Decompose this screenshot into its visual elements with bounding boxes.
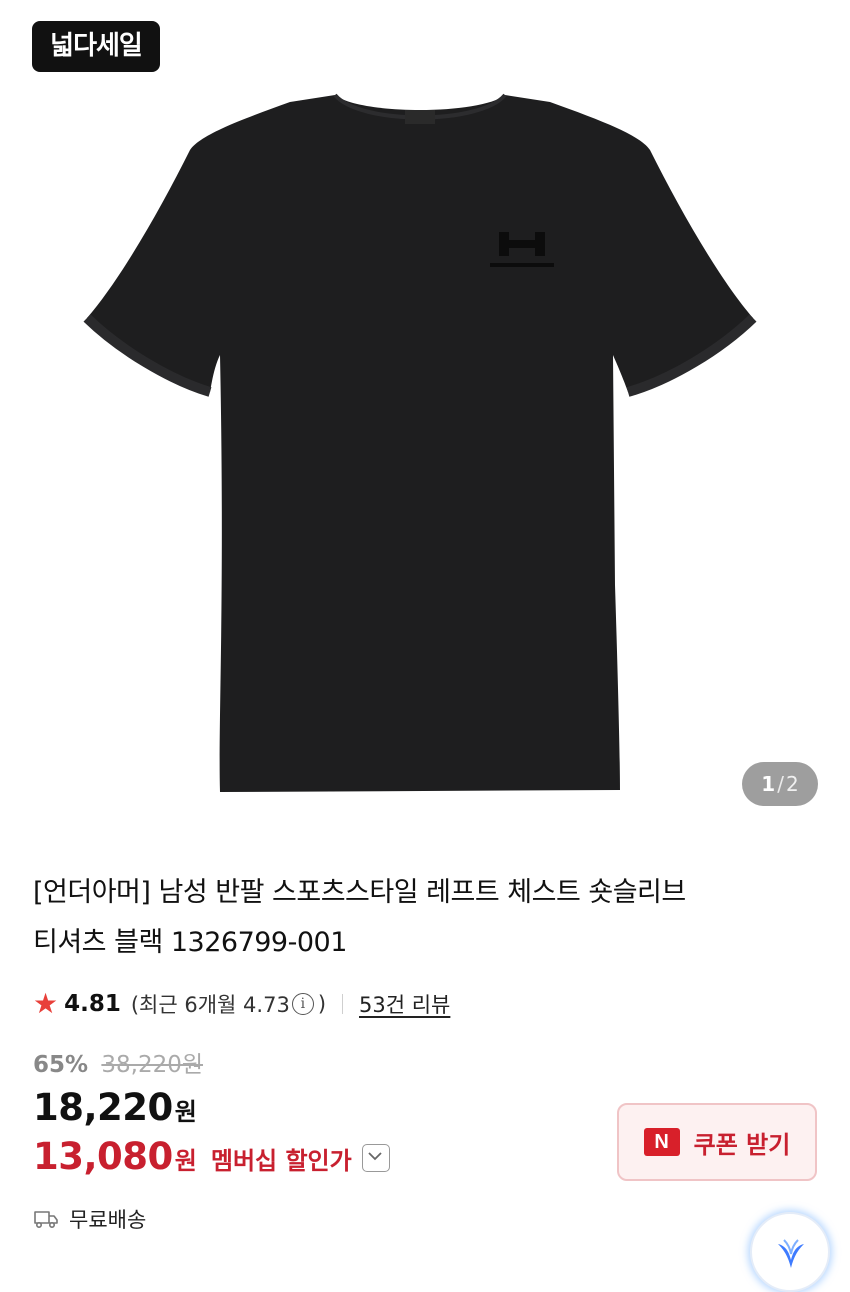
star-icon: ★: [33, 987, 59, 1020]
sale-price-unit: 원: [174, 1098, 197, 1126]
shipping-label: 무료배송: [69, 1208, 147, 1232]
original-price: 38,220원: [101, 1052, 204, 1078]
recent-rating-close: ): [317, 992, 327, 1016]
discount-row: 65% 38,220원: [33, 1045, 203, 1079]
product-title: [언더아머] 남성 반팔 스포츠스타일 레프트 체스트 숏슬리브 티셔츠 블랙 …: [33, 868, 823, 968]
product-title-line1: [언더아머] 남성 반팔 스포츠스타일 레프트 체스트 숏슬리브: [33, 877, 686, 908]
product-title-line2: 티셔츠 블랙 1326799-001: [33, 927, 347, 958]
coupon-button[interactable]: N 쿠폰 받기: [617, 1103, 817, 1181]
membership-price-label: 멤버십 할인가: [210, 1147, 352, 1175]
rating-score: 4.81: [64, 991, 121, 1017]
image-pager: 1/2: [742, 762, 818, 806]
divider: [342, 994, 344, 1014]
review-count-link[interactable]: 53건 리뷰: [359, 989, 450, 1019]
sparkle-icon: [778, 1239, 804, 1268]
membership-price-row: 13,080 원 멤버십 할인가: [33, 1135, 390, 1178]
recent-rating: (최근 6개월 4.73: [130, 993, 290, 1017]
naver-logo-icon: N: [643, 1128, 680, 1156]
tshirt-body: [87, 95, 753, 792]
sale-price-number: 18,220: [33, 1086, 173, 1129]
truck-icon: [34, 1211, 58, 1229]
membership-price-unit: 원: [174, 1147, 197, 1175]
rating-row: ★ 4.81 (최근 6개월 4.73 i ) 53건 리뷰: [33, 985, 450, 1023]
info-icon[interactable]: i: [291, 993, 314, 1015]
sale-badge: 넓다세일: [32, 21, 160, 72]
membership-price-number: 13,080: [33, 1135, 173, 1178]
discount-rate: 65%: [33, 1052, 89, 1078]
product-image[interactable]: [80, 80, 760, 795]
sale-price: 18,220원: [33, 1086, 197, 1129]
chevron-down-icon[interactable]: [361, 1144, 390, 1172]
floating-action-button[interactable]: [750, 1212, 830, 1292]
shipping-info: 무료배송: [33, 1204, 146, 1234]
coupon-button-label: 쿠폰 받기: [693, 1130, 791, 1159]
product-image-area[interactable]: 넓다세일 1/2: [0, 0, 850, 845]
